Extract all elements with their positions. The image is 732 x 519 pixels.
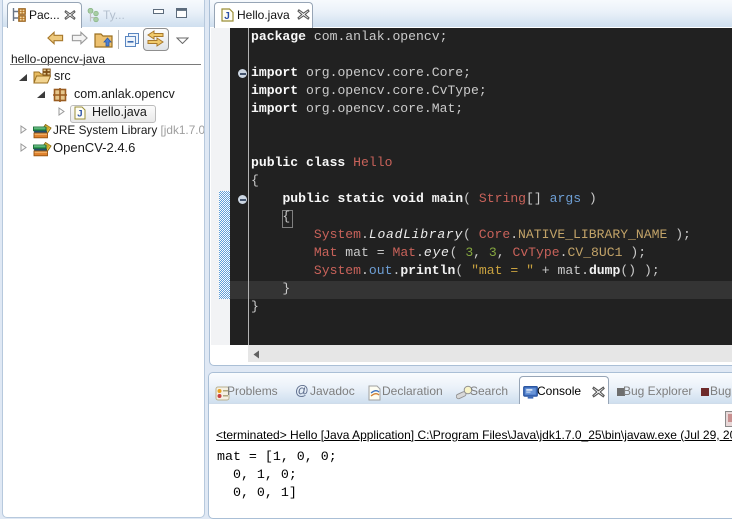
svg-text:J: J bbox=[77, 109, 82, 120]
svg-text:J: J bbox=[224, 11, 230, 22]
